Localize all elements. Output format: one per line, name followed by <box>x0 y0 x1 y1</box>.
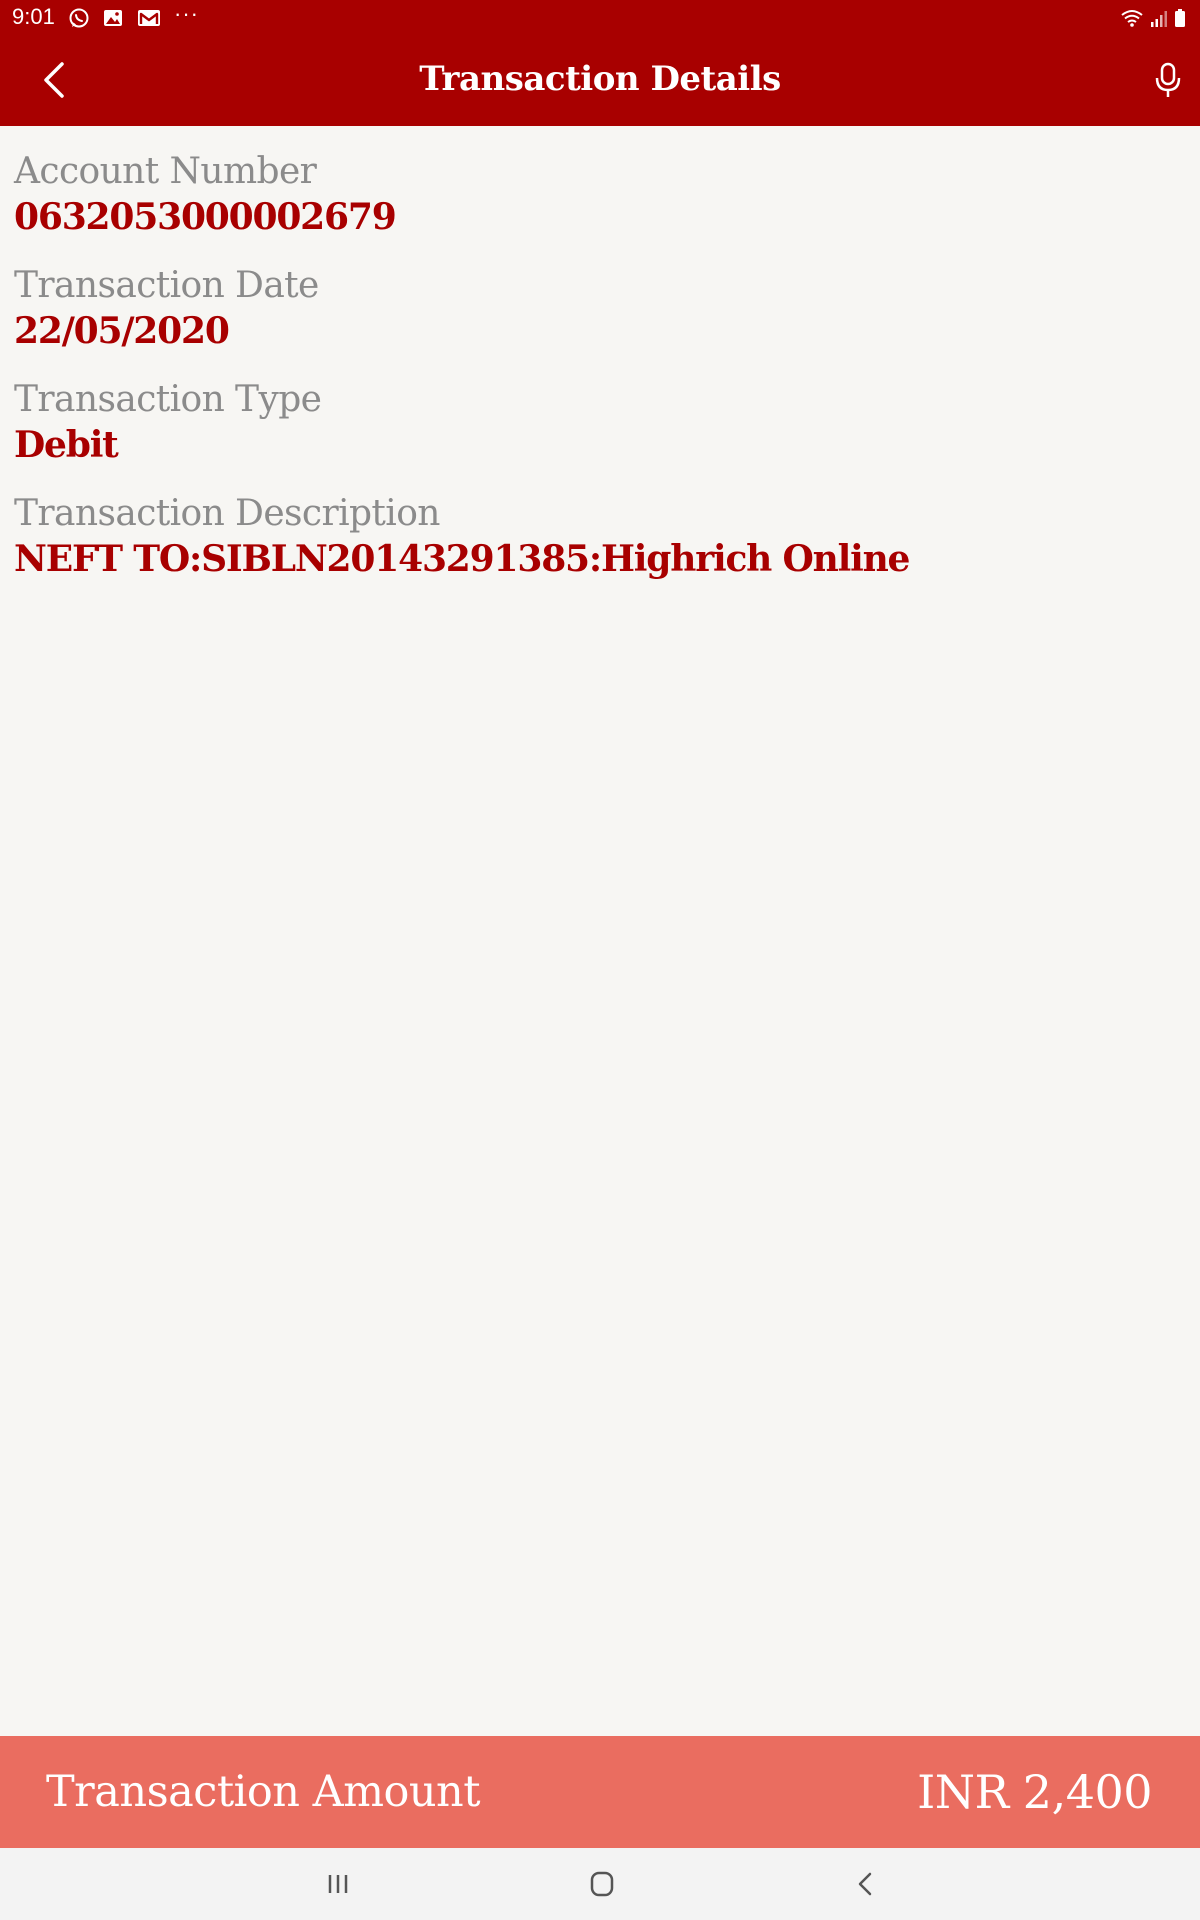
transaction-description-label: Transaction Description <box>14 493 440 534</box>
transaction-date-field: Transaction Date 22/05/2020 <box>14 240 1184 354</box>
transaction-type-value: Debit <box>14 424 119 466</box>
notification-icons: ··· <box>68 1 199 30</box>
whatsapp-icon <box>68 7 90 29</box>
voice-search-button[interactable] <box>1148 58 1188 102</box>
account-number-field: Account Number 0632053000002679 <box>14 126 1184 240</box>
battery-icon <box>1174 8 1186 28</box>
wifi-icon <box>1120 8 1144 28</box>
system-icons <box>1120 7 1186 29</box>
system-back-button[interactable] <box>846 1864 886 1904</box>
home-icon <box>590 1871 614 1897</box>
transaction-description-value: NEFT TO:SIBLN20143291385:Highrich Online <box>14 538 910 580</box>
transaction-details: Account Number 0632053000002679 Transact… <box>14 126 1184 582</box>
back-icon <box>858 1872 872 1896</box>
transaction-date-value: 22/05/2020 <box>14 310 230 352</box>
transaction-type-label: Transaction Type <box>14 379 322 420</box>
system-nav-bar <box>0 1848 1200 1920</box>
transaction-amount-bar: Transaction Amount INR 2,400 <box>0 1736 1200 1848</box>
transaction-description-field: Transaction Description NEFT TO:SIBLN201… <box>14 468 1184 582</box>
recents-button[interactable] <box>318 1864 358 1904</box>
status-bar: 9:01 ··· <box>0 0 1200 34</box>
gallery-icon <box>102 7 124 29</box>
gmail-icon <box>136 7 162 29</box>
home-button[interactable] <box>582 1864 622 1904</box>
account-number-label: Account Number <box>14 151 317 192</box>
account-number-value: 0632053000002679 <box>14 196 397 238</box>
status-time: 9:01 <box>12 4 55 29</box>
transaction-amount-label: Transaction Amount <box>46 1767 481 1817</box>
signal-icon <box>1150 8 1168 28</box>
microphone-icon <box>1155 62 1181 97</box>
recents-icon <box>328 1875 348 1893</box>
transaction-type-field: Transaction Type Debit <box>14 354 1184 468</box>
transaction-amount-value: INR 2,400 <box>917 1765 1152 1819</box>
page-title: Transaction Details <box>419 59 781 99</box>
more-notifications-icon: ··· <box>174 1 199 26</box>
transaction-date-label: Transaction Date <box>14 265 319 306</box>
app-bar: Transaction Details <box>0 34 1200 126</box>
